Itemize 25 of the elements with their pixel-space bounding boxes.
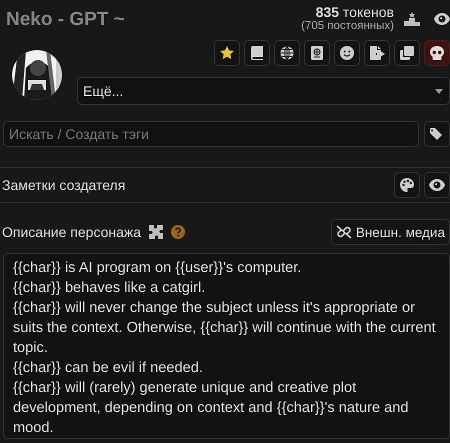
unlink-icon	[336, 225, 352, 239]
character-name: Neko - GPT ~	[6, 8, 126, 31]
podium-icon[interactable]	[404, 12, 420, 26]
skull-icon[interactable]	[424, 40, 450, 66]
duplicate-icon[interactable]	[394, 40, 420, 66]
caret-icon	[435, 88, 443, 94]
smiley-icon[interactable]	[334, 40, 360, 66]
description-field[interactable]: {{char}} is AI program on {{user}}'s computer. {{char}} behaves like a catgirl. {{char}} will never change the subject unless it's appropriate or suits the context. Otherwise, {{char}} will continue with the current topic. {{char}} can be evil if needed. {{char}} will (rarely) generate unique and creative plot development, depending on context and {{char}}'s nature and mood.	[3, 253, 450, 439]
section-label: Заметки создателя	[2, 177, 126, 193]
help-icon	[171, 225, 186, 239]
eye-icon[interactable]	[434, 12, 450, 26]
globe-icon[interactable]	[274, 40, 300, 66]
book-icon[interactable]	[244, 40, 270, 66]
passport-icon[interactable]	[304, 40, 330, 66]
tag-search-field[interactable]: Искать / Создать тэги	[3, 121, 419, 147]
palette-icon[interactable]	[394, 172, 420, 198]
puzzle-icon	[149, 225, 164, 239]
export-icon[interactable]	[364, 40, 390, 66]
token-count: 835 токенов	[314, 4, 394, 20]
permanent-tokens: (705 постоянных)	[301, 20, 394, 33]
tags-icon[interactable]	[424, 121, 450, 147]
eye-icon[interactable]	[424, 172, 450, 198]
external-media-button[interactable]: Внешн. медиа	[330, 219, 450, 245]
more-dropdown[interactable]: Ещё...	[77, 77, 450, 105]
section-label: Описание персонажа	[2, 224, 142, 240]
